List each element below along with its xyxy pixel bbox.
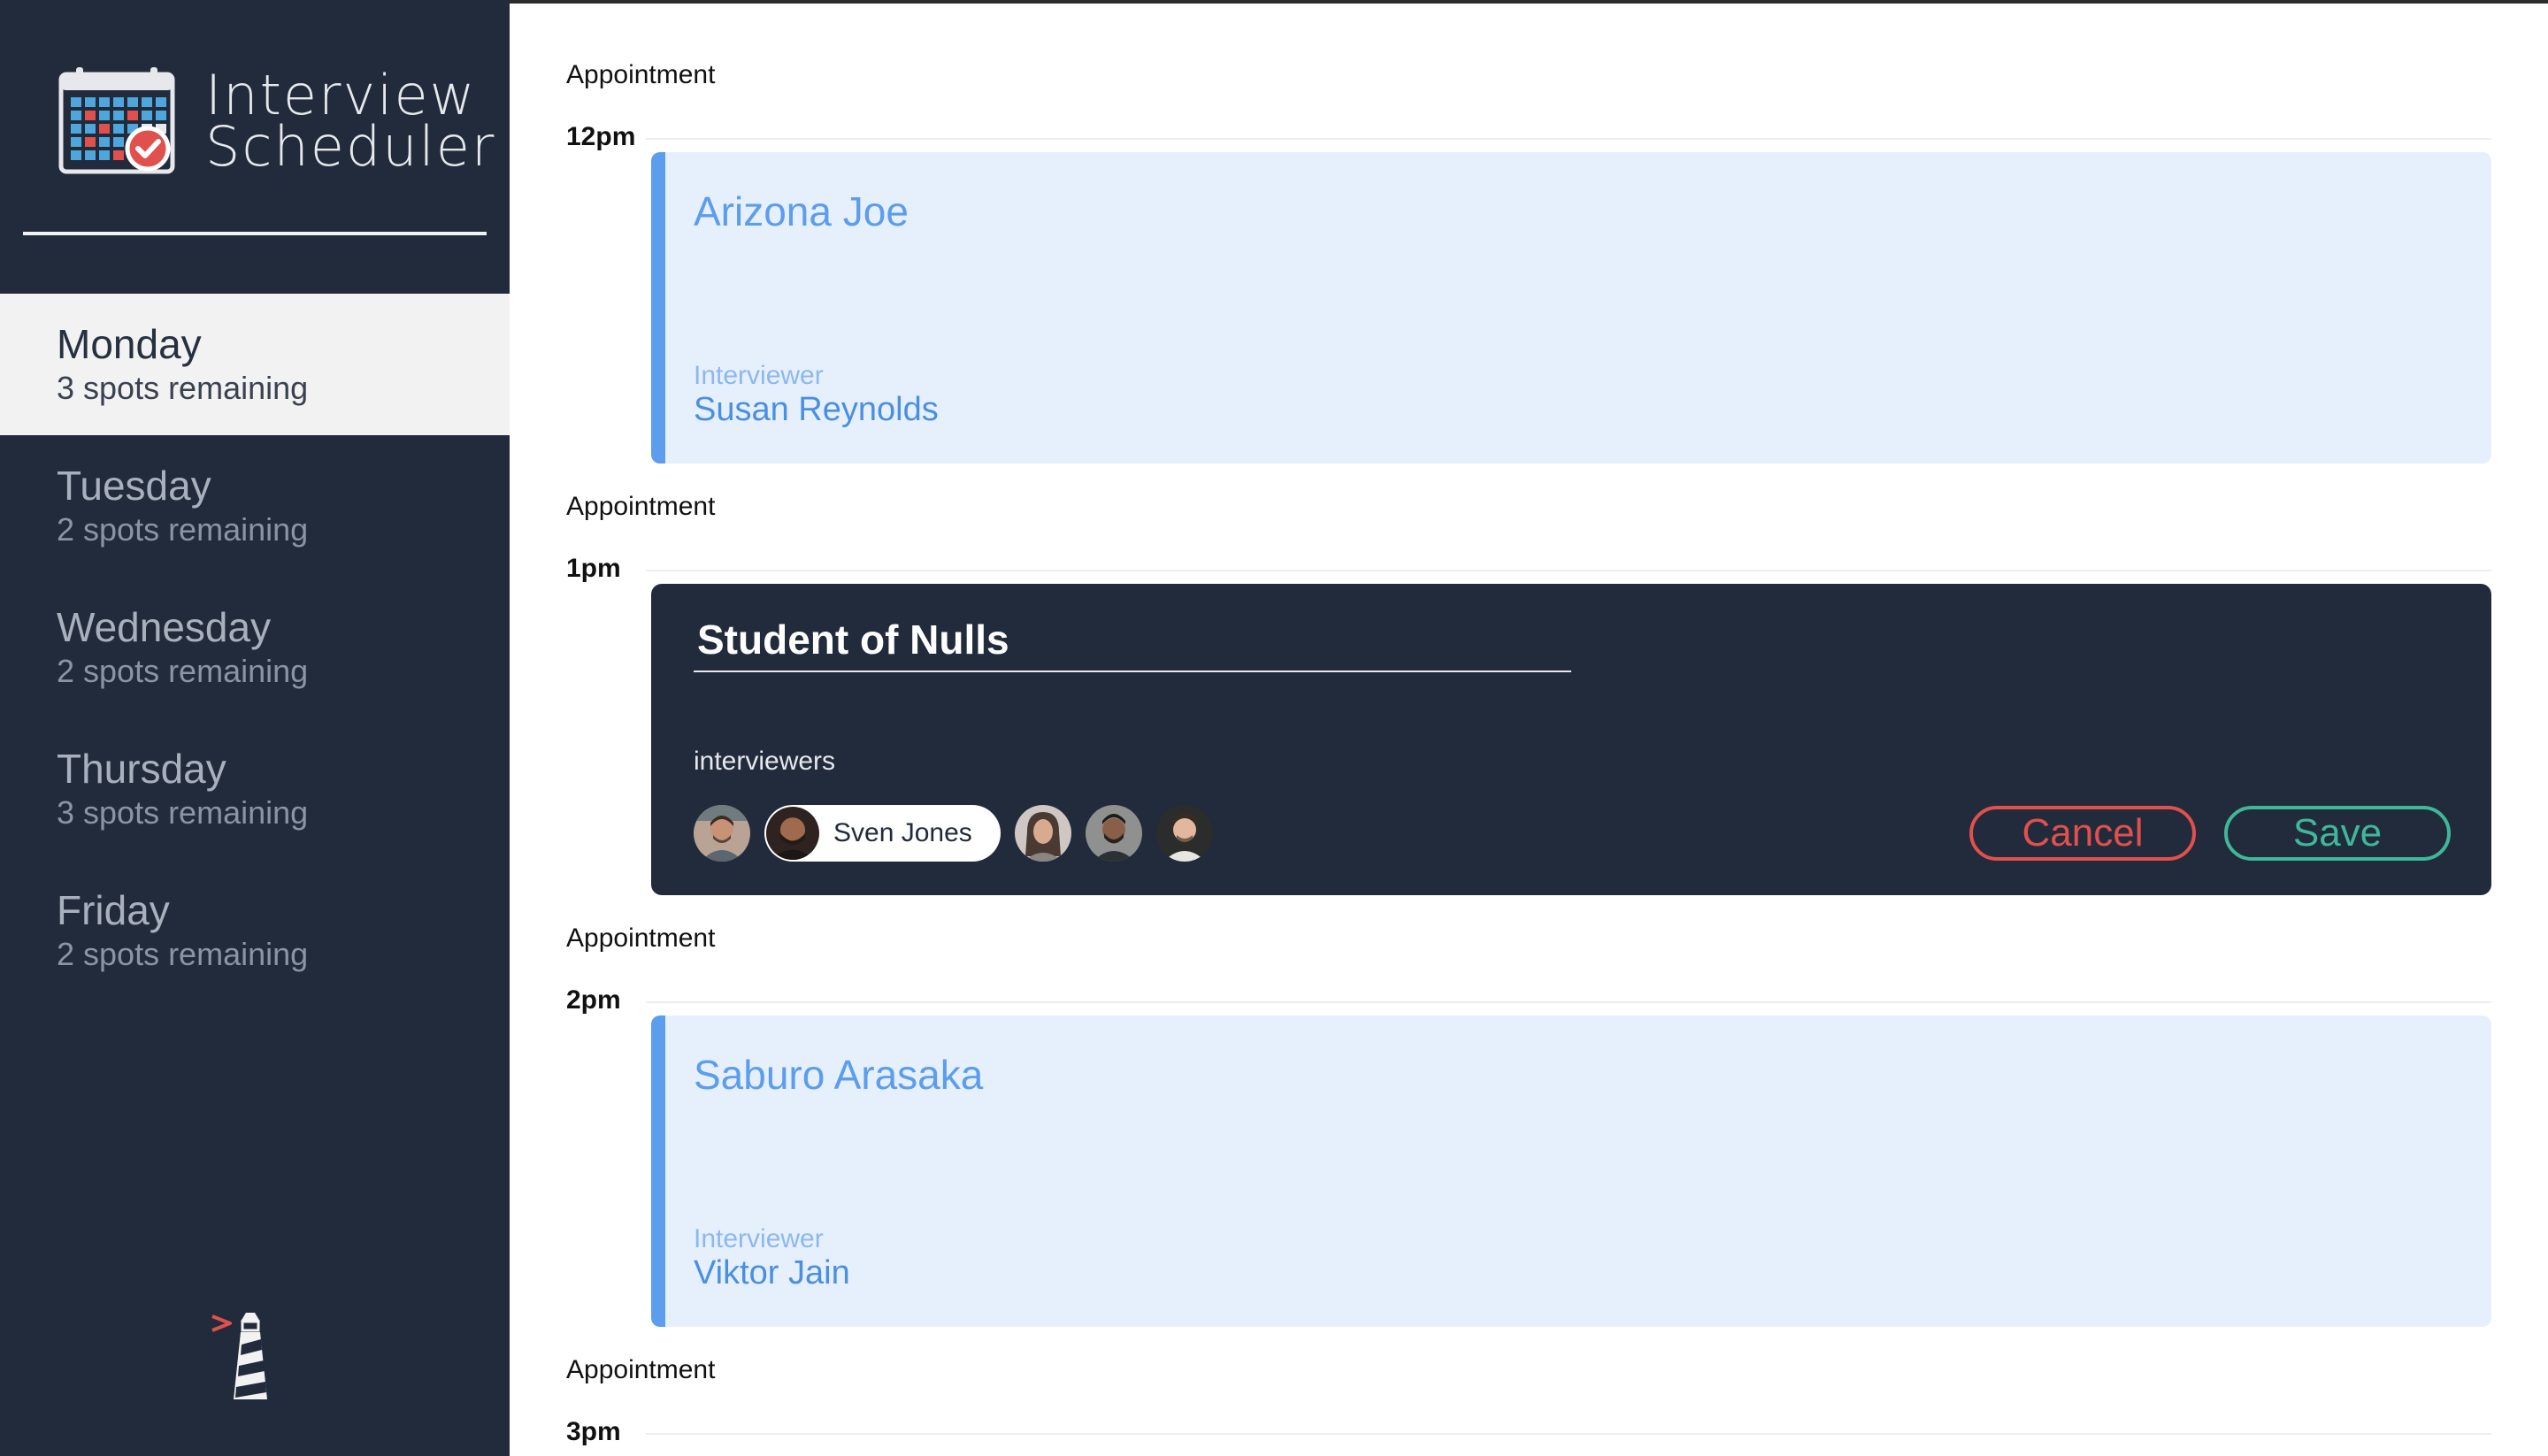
interviewer-name: Susan Reynolds [694, 391, 939, 428]
student-name: Saburo Arasaka [694, 1052, 984, 1098]
interviewer-option[interactable] [694, 805, 750, 862]
avatar [1014, 805, 1071, 862]
appointment-label: Appointment [566, 1355, 716, 1384]
interviewer-option[interactable] [1014, 805, 1071, 862]
avatar [766, 807, 819, 860]
time-label: 1pm [566, 554, 621, 583]
cancel-button[interactable]: Cancel [1969, 806, 2196, 861]
interviewer-caption: Interviewer [694, 1224, 824, 1253]
appointment-label: Appointment [566, 60, 716, 89]
time-label: 3pm [566, 1417, 621, 1446]
day-item-tuesday[interactable]: Tuesday 2 spots remaining [0, 435, 510, 577]
day-item-friday[interactable]: Friday 2 spots remaining [0, 860, 510, 1001]
interviewer-caption: Interviewer [694, 361, 824, 390]
day-list: Monday 3 spots remaining Tuesday 2 spots… [0, 294, 510, 1001]
appointment-label: Appointment [566, 492, 716, 521]
brand: Interview Scheduler [58, 67, 495, 175]
day-name: Thursday [57, 746, 226, 792]
day-spots: 2 spots remaining [57, 936, 309, 972]
app-title: Interview Scheduler [205, 68, 496, 179]
time-divider [646, 570, 2491, 571]
lighthouse-icon [211, 1313, 267, 1399]
appointment-form: interviewers Sven Jones [651, 584, 2491, 895]
day-spots: 2 spots remaining [57, 511, 309, 548]
day-name: Tuesday [57, 463, 211, 509]
interviewer-name: Viktor Jain [694, 1254, 850, 1291]
day-spots: 3 spots remaining [57, 370, 309, 406]
sidebar: Interview Scheduler Monday 3 spots remai… [0, 0, 510, 1456]
avatar [694, 805, 750, 862]
interviewer-list: Sven Jones [694, 805, 1227, 862]
time-divider [646, 1433, 2491, 1435]
selected-interviewer-name: Sven Jones [833, 818, 972, 847]
interviewer-option-selected[interactable]: Sven Jones [764, 805, 1001, 862]
time-label: 12pm [566, 122, 636, 151]
app-title-line2: Scheduler [205, 114, 496, 179]
student-name-input[interactable] [694, 614, 1571, 672]
student-name: Arizona Joe [694, 188, 909, 234]
time-divider [646, 1001, 2491, 1003]
appointment-label: Appointment [566, 923, 716, 953]
appointment-card[interactable]: Arizona Joe Interviewer Susan Reynolds [651, 152, 2491, 464]
sidebar-divider [23, 232, 487, 235]
day-name: Monday [57, 321, 202, 367]
day-item-thursday[interactable]: Thursday 3 spots remaining [0, 718, 510, 860]
avatar [1085, 805, 1142, 862]
time-divider [646, 138, 2491, 140]
avatar [1155, 805, 1213, 862]
day-item-wednesday[interactable]: Wednesday 2 spots remaining [0, 577, 510, 718]
interviewers-caption: interviewers [694, 747, 836, 776]
day-spots: 3 spots remaining [57, 794, 309, 831]
interviewer-option[interactable] [1155, 805, 1213, 862]
schedule: Appointment 12pm Arizona Joe Interviewer… [510, 0, 2548, 1456]
calendar-check-icon [58, 67, 175, 174]
day-name: Wednesday [57, 604, 272, 650]
time-row-3pm: 3pm [566, 1417, 2491, 1452]
day-item-monday[interactable]: Monday 3 spots remaining [0, 294, 510, 435]
appointment-card[interactable]: Saburo Arasaka Interviewer Viktor Jain [651, 1015, 2491, 1327]
interviewer-option[interactable] [1085, 805, 1142, 862]
save-button[interactable]: Save [2224, 806, 2451, 861]
day-spots: 2 spots remaining [57, 653, 309, 689]
time-label: 2pm [566, 985, 621, 1015]
day-name: Friday [57, 887, 170, 933]
